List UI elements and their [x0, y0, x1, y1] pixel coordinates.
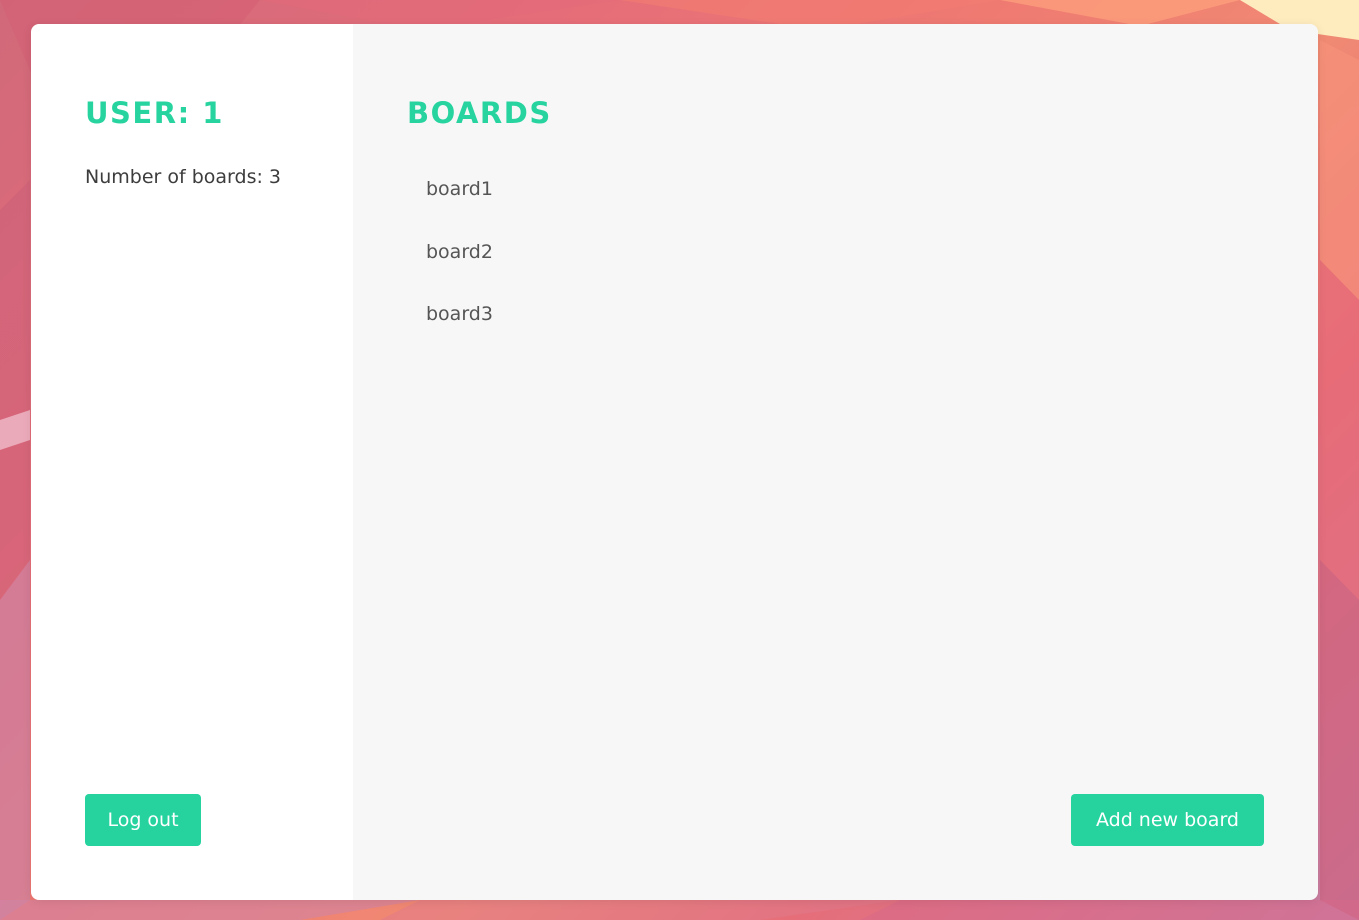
add-new-board-button[interactable]: Add new board [1071, 794, 1264, 846]
board-item[interactable]: board3 [426, 299, 493, 362]
user-heading: USER: 1 [85, 96, 224, 130]
board-item[interactable]: board2 [426, 237, 493, 300]
boards-heading: BOARDS [407, 96, 552, 130]
app-card: USER: 1 Number of boards: 3 Log out BOAR… [31, 24, 1318, 900]
board-item[interactable]: board1 [426, 174, 493, 237]
board-list: board1 board2 board3 [426, 174, 493, 362]
boards-panel: BOARDS board1 board2 board3 Add new boar… [353, 24, 1318, 900]
user-sidebar: USER: 1 Number of boards: 3 Log out [31, 24, 353, 900]
logout-button[interactable]: Log out [85, 794, 201, 846]
board-count-text: Number of boards: 3 [85, 166, 282, 188]
